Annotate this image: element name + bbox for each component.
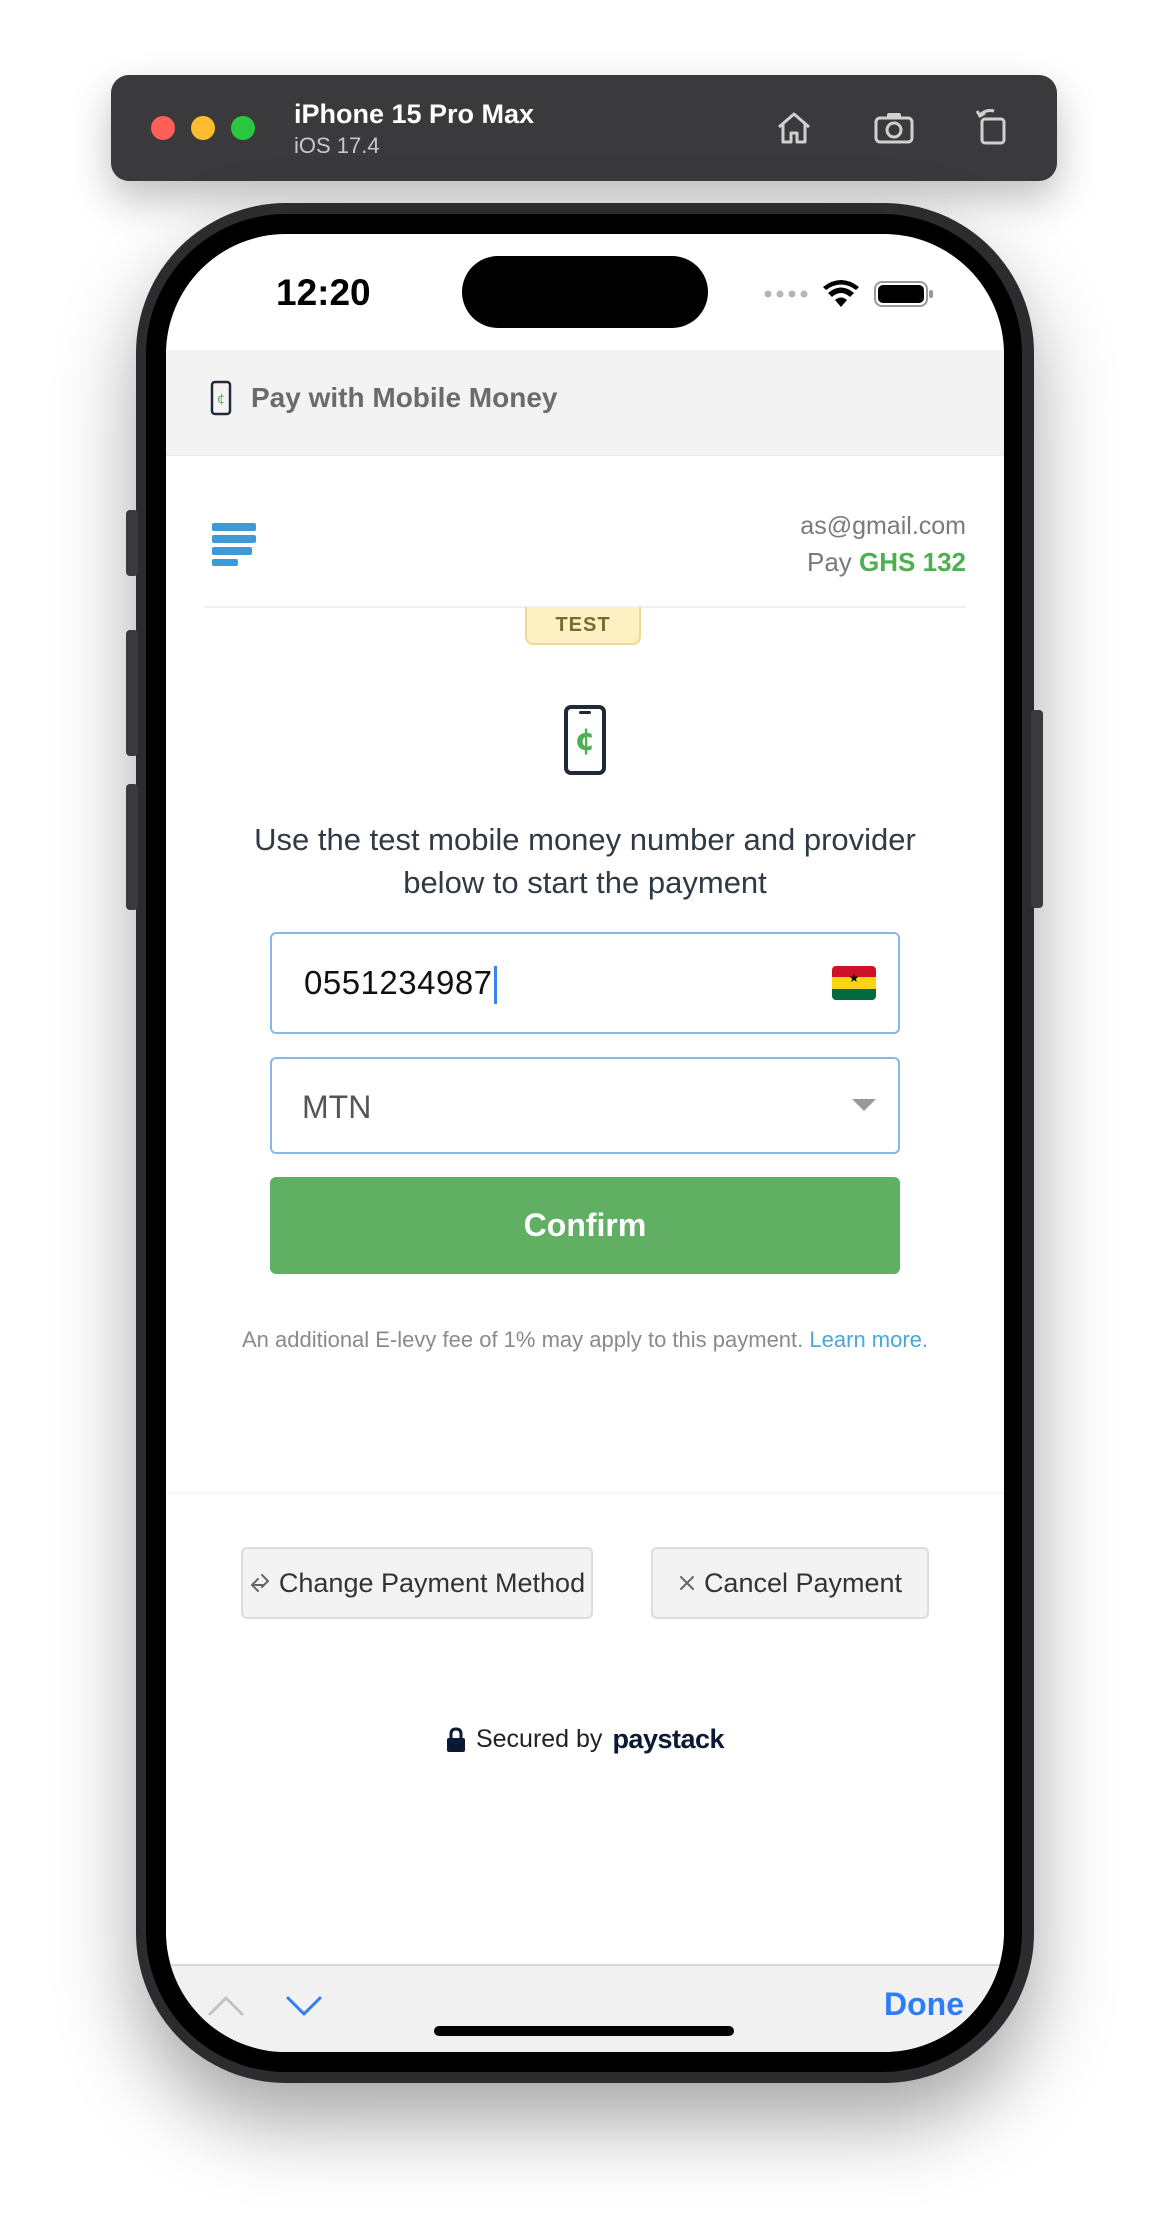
instruction-text: Use the test mobile money number and pro… <box>254 822 916 900</box>
mobile-number-input[interactable]: 0551234987 ★ <box>270 932 900 1034</box>
confirm-button[interactable]: Confirm <box>270 1177 900 1274</box>
svg-text:¢: ¢ <box>217 392 225 407</box>
status-time: 12:20 <box>276 272 371 313</box>
status-icons <box>764 274 934 314</box>
customer-email: as@gmail.com <box>800 512 966 540</box>
minimize-window-button[interactable] <box>191 116 215 140</box>
pay-amount: GHS 132 <box>859 547 966 577</box>
phone-screen: 12:20 ¢ Pay with Mobile Money as@gmail.c… <box>166 234 1004 2052</box>
action-button <box>126 510 138 576</box>
test-mode-badge: TEST <box>525 607 641 645</box>
zoom-window-button[interactable] <box>231 116 255 140</box>
keyboard-accessory-bar: Done <box>166 1964 1004 2052</box>
wifi-icon <box>823 280 859 307</box>
home-indicator[interactable] <box>434 2026 734 2036</box>
simulator-stage: iPhone 15 Pro Max iOS 17.4 12:20 ¢ Pay w… <box>0 0 1168 2234</box>
elevy-notice: An additional E-levy fee of 1% may apply… <box>226 1324 944 1356</box>
mobile-number-value: 0551234987 <box>304 964 497 1005</box>
chevron-up-icon[interactable] <box>206 1988 246 2024</box>
volume-down-button <box>126 784 138 910</box>
cancel-payment-button[interactable]: Cancel Payment <box>651 1547 929 1619</box>
volume-up-button <box>126 630 138 756</box>
cancel-payment-label: Cancel Payment <box>703 1567 903 1598</box>
rotate-icon[interactable] <box>968 103 1018 153</box>
elevy-text: An additional E-levy fee of 1% may apply… <box>241 1327 804 1352</box>
chevron-down-icon <box>852 1099 876 1111</box>
close-window-button[interactable] <box>151 116 175 140</box>
done-button[interactable]: Done <box>884 1986 964 2023</box>
secured-by-footer: Secured by paystack <box>166 1724 1004 1755</box>
chevron-down-icon[interactable] <box>284 1988 324 2024</box>
payment-card: as@gmail.com Pay GHS 132 TEST ¢ Use the … <box>166 455 1004 1935</box>
device-name: iPhone 15 Pro Max <box>294 99 535 129</box>
merchant-logo <box>212 523 256 566</box>
dynamic-island <box>462 256 708 328</box>
svg-text:¢: ¢ <box>575 723 596 758</box>
change-payment-method-button[interactable]: Change Payment Method <box>241 1547 593 1619</box>
provider-select[interactable]: MTN <box>270 1057 900 1154</box>
change-payment-method-label: Change Payment Method <box>278 1567 586 1598</box>
ghana-flag-icon: ★ <box>832 966 876 1000</box>
provider-value: MTN <box>302 1089 372 1125</box>
paystack-logo: paystack <box>612 1724 725 1754</box>
os-version: iOS 17.4 <box>294 133 380 158</box>
nav-bar: ¢ Pay with Mobile Money <box>166 350 1004 455</box>
mobile-money-icon: ¢ <box>210 380 232 416</box>
lock-icon <box>446 1726 465 1752</box>
swap-icon <box>250 1574 269 1592</box>
learn-more-link[interactable]: Learn more. <box>809 1327 928 1352</box>
battery-icon <box>874 281 933 307</box>
simulator-title-bar: iPhone 15 Pro Max iOS 17.4 <box>111 75 1057 181</box>
home-icon[interactable] <box>769 103 819 153</box>
pay-amount-line: Pay GHS 132 <box>807 547 966 578</box>
close-icon <box>679 1576 694 1590</box>
signal-dots-icon <box>764 290 808 298</box>
mobile-money-icon: ¢ <box>564 705 606 775</box>
text-caret <box>493 966 497 1005</box>
power-button <box>1031 710 1043 908</box>
pay-label: Pay <box>807 547 852 577</box>
secured-label: Secured by <box>475 1725 603 1753</box>
nav-title: Pay with Mobile Money <box>251 382 558 413</box>
section-divider <box>166 1492 1004 1494</box>
screenshot-icon[interactable] <box>869 103 919 153</box>
